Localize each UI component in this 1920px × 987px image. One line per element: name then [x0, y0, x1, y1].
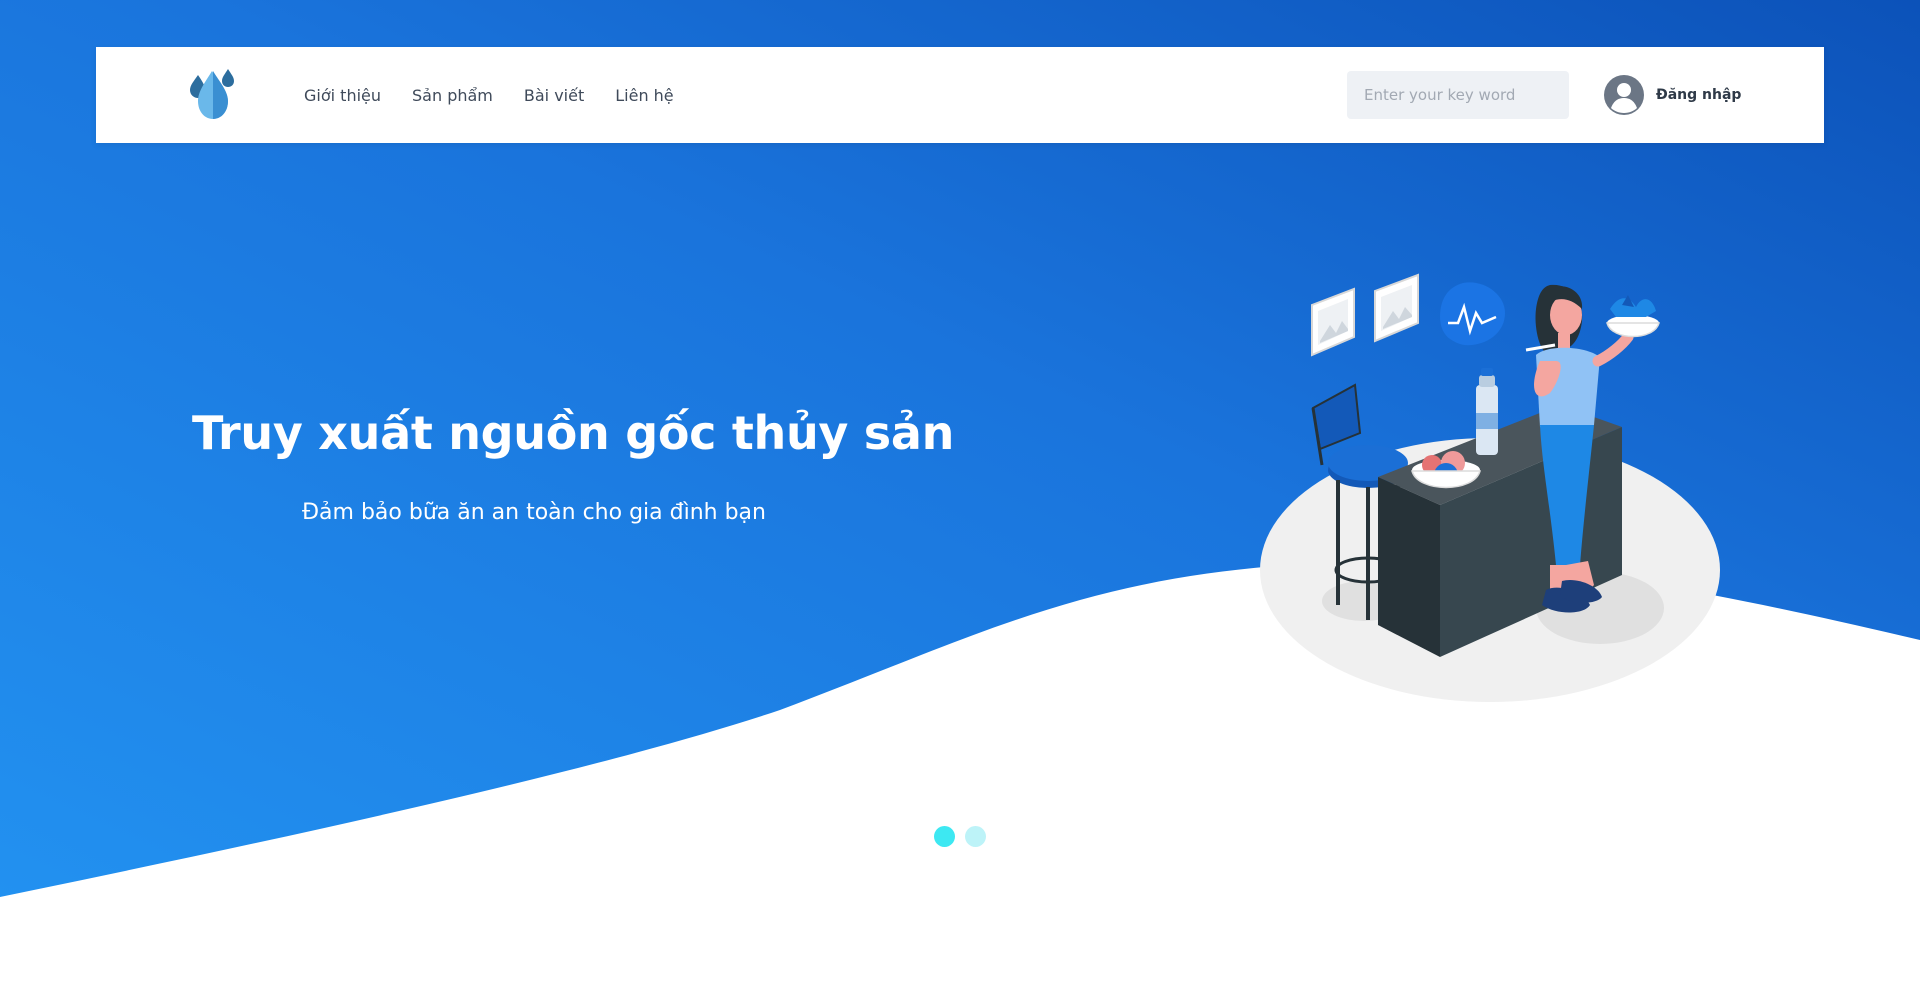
water-bottle: [1476, 368, 1498, 455]
main-nav: Giới thiệu Sản phẩm Bài viết Liên hệ: [304, 47, 674, 143]
login-button[interactable]: Đăng nhập: [1604, 74, 1741, 116]
woman-eating-salad-illustration: [1260, 273, 1720, 702]
nav-link-articles[interactable]: Bài viết: [524, 86, 584, 105]
heart-rate-bubble: [1440, 282, 1505, 346]
water-drops-icon[interactable]: [188, 67, 240, 121]
carousel-dot-2[interactable]: [965, 826, 986, 847]
nav-link-about[interactable]: Giới thiệu: [304, 86, 381, 105]
user-avatar-icon: [1604, 75, 1644, 115]
search-input[interactable]: [1347, 71, 1569, 119]
carousel-dot-1[interactable]: [934, 826, 955, 847]
nav-link-products[interactable]: Sản phẩm: [412, 86, 493, 105]
hero-subtitle: Đảm bảo bữa ăn an toàn cho gia đình bạn: [302, 500, 766, 525]
salad-bowl: [1606, 295, 1660, 338]
picture-frame-left: [1311, 287, 1355, 357]
hero-title: Truy xuất nguồn gốc thủy sản: [192, 406, 955, 460]
login-label: Đăng nhập: [1656, 87, 1742, 103]
nav-link-contact[interactable]: Liên hệ: [615, 86, 673, 105]
picture-frame-right: [1374, 273, 1419, 343]
hero-section: Giới thiệu Sản phẩm Bài viết Liên hệ Đăn…: [0, 0, 1920, 987]
carousel-dots: [934, 826, 986, 847]
top-navbar: Giới thiệu Sản phẩm Bài viết Liên hệ Đăn…: [96, 47, 1824, 143]
